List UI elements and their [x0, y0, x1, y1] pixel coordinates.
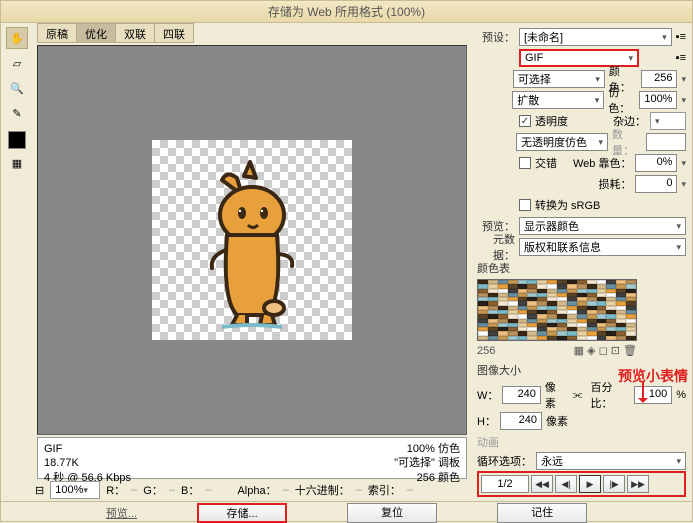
preview-info: GIF 18.77K 4 秒 @ 56.6 Kbps 100% 仿色 "可选择"… [37, 437, 467, 479]
slice-tool-icon[interactable]: ▱ [6, 52, 28, 74]
image-size-title: 图像大小 [477, 362, 686, 378]
hand-icon[interactable]: ⊟ [35, 484, 44, 497]
convert-srgb-checkbox[interactable] [519, 199, 531, 211]
percent-unit: % [676, 389, 686, 401]
zoom-select[interactable]: 100%▾ [50, 481, 100, 499]
transparency-label: 透明度 [535, 113, 568, 129]
color-count: 256 [477, 345, 495, 357]
tab-original[interactable]: 原稿 [37, 23, 77, 43]
metadata-label: 元数据： [477, 231, 515, 263]
preset-label: 预设： [477, 29, 515, 45]
play-button[interactable]: ▶ [579, 475, 601, 493]
w-label: W： [477, 387, 498, 403]
settings-panel: 预设： [未命名]▾ ▪≡ GIF▾ ▪≡ 可选择▾ 颜色： 256▾ 扩散▾ … [471, 23, 692, 501]
interlace-checkbox[interactable] [519, 157, 531, 169]
tool-strip: ✋ ▱ 🔍 ✎ ▦ [1, 23, 33, 501]
width-input[interactable]: 240 [502, 386, 541, 404]
cat-icon [182, 150, 322, 330]
format-menu-icon[interactable]: ▪≡ [676, 52, 686, 64]
metadata-select[interactable]: 版权和联系信息▾ [519, 238, 686, 256]
preview-select[interactable]: 显示器颜色▾ [519, 217, 686, 235]
color-table-tools: 256 ▦ ◈ ◻ ⊡ 🗑 [477, 342, 637, 359]
preview-link[interactable]: 预览... [106, 505, 137, 521]
height-input[interactable]: 240 [500, 412, 542, 430]
r-label: R： [106, 482, 125, 498]
percent-input[interactable]: 100 [634, 386, 673, 404]
hand-tool-icon[interactable]: ✋ [6, 27, 28, 49]
loop-label: 循环选项： [477, 453, 532, 469]
remember-button[interactable]: 记住 [497, 503, 587, 523]
preset-menu-icon[interactable]: ▪≡ [676, 31, 686, 43]
websnap-label: Web 靠色： [573, 155, 631, 171]
eyedropper-tool-icon[interactable]: ✎ [6, 102, 28, 124]
amount-input [646, 133, 686, 151]
px-label-2: 像素 [546, 413, 568, 429]
preview-tabs: 原稿 优化 双联 四联 [33, 23, 471, 43]
save-button[interactable]: 存储... [197, 503, 287, 523]
convert-srgb-label: 转换为 sRGB [535, 197, 600, 213]
tab-4up[interactable]: 四联 [154, 23, 194, 43]
reduction-select[interactable]: 可选择▾ [513, 70, 605, 88]
left-panel: 原稿 优化 双联 四联 [33, 23, 471, 501]
artwork-preview [152, 140, 352, 340]
slice-vis-icon[interactable]: ▦ [6, 152, 28, 174]
color-swatch[interactable] [8, 131, 26, 149]
dialog-footer: 预览... 存储... 复位 记住 [1, 501, 692, 523]
trans-dither-select[interactable]: 无透明度仿色▾ [516, 133, 608, 151]
index-label: 索引： [368, 482, 401, 498]
matte-select[interactable]: ▾ [650, 112, 686, 130]
tab-2up[interactable]: 双联 [115, 23, 155, 43]
animation-title: 动画 [477, 434, 686, 450]
percent-label: 百分比： [590, 379, 629, 411]
info-format: GIF [44, 442, 131, 456]
link-icon[interactable]: ⫘ [573, 389, 583, 402]
frame-counter: 1/2 [481, 475, 529, 493]
info-quality: 100% 仿色 [394, 442, 460, 456]
preset-select[interactable]: [未命名]▾ [519, 28, 672, 46]
animation-section: 动画 循环选项： 永远▾ 1/2 ◀◀ ◀| ▶ |▶ ▶▶ [477, 434, 686, 497]
b-label: B： [181, 482, 199, 498]
colors-input[interactable]: 256 [641, 70, 678, 88]
loop-select[interactable]: 永远▾ [536, 452, 686, 470]
reset-button[interactable]: 复位 [347, 503, 437, 523]
last-frame-button[interactable]: ▶▶ [627, 475, 649, 493]
loss-label: 损耗： [598, 176, 631, 192]
tab-optimized[interactable]: 优化 [76, 23, 116, 43]
dither-select[interactable]: 扩散▾ [512, 91, 604, 109]
interlace-label: 交错 [535, 155, 557, 171]
canvas-area[interactable] [37, 45, 467, 435]
loss-input[interactable]: 0 [635, 175, 677, 193]
dither-input[interactable]: 100% [639, 91, 677, 109]
prev-frame-button[interactable]: ◀| [555, 475, 577, 493]
info-size: 18.77K [44, 456, 131, 470]
palette-actions[interactable]: ▦ ◈ ◻ ⊡ 🗑 [574, 344, 637, 357]
playback-controls: 1/2 ◀◀ ◀| ▶ |▶ ▶▶ [477, 471, 686, 497]
transparency-checkbox[interactable] [519, 115, 531, 127]
zoom-tool-icon[interactable]: 🔍 [6, 77, 28, 99]
websnap-input[interactable]: 0% [635, 154, 677, 172]
hex-label: 十六进制： [295, 482, 350, 498]
h-label: H： [477, 413, 496, 429]
first-frame-button[interactable]: ◀◀ [531, 475, 553, 493]
alpha-label: Alpha： [237, 482, 276, 498]
g-label: G： [143, 482, 163, 498]
image-size-section: 图像大小 W： 240 像素 ⫘ 百分比： 100 % H： 240 像素 预览… [477, 362, 686, 431]
next-frame-button[interactable]: |▶ [603, 475, 625, 493]
info-palette: "可选择" 调板 [394, 456, 460, 470]
color-table[interactable] [477, 279, 637, 341]
status-bar: ⊟ 100%▾ R：– G：– B：– Alpha：– 十六进制：– 索引：– [33, 479, 471, 501]
window-title: 存储为 Web 所用格式 (100%) [1, 1, 692, 23]
color-table-title: 颜色表 [477, 260, 686, 276]
px-label: 像素 [545, 379, 565, 411]
